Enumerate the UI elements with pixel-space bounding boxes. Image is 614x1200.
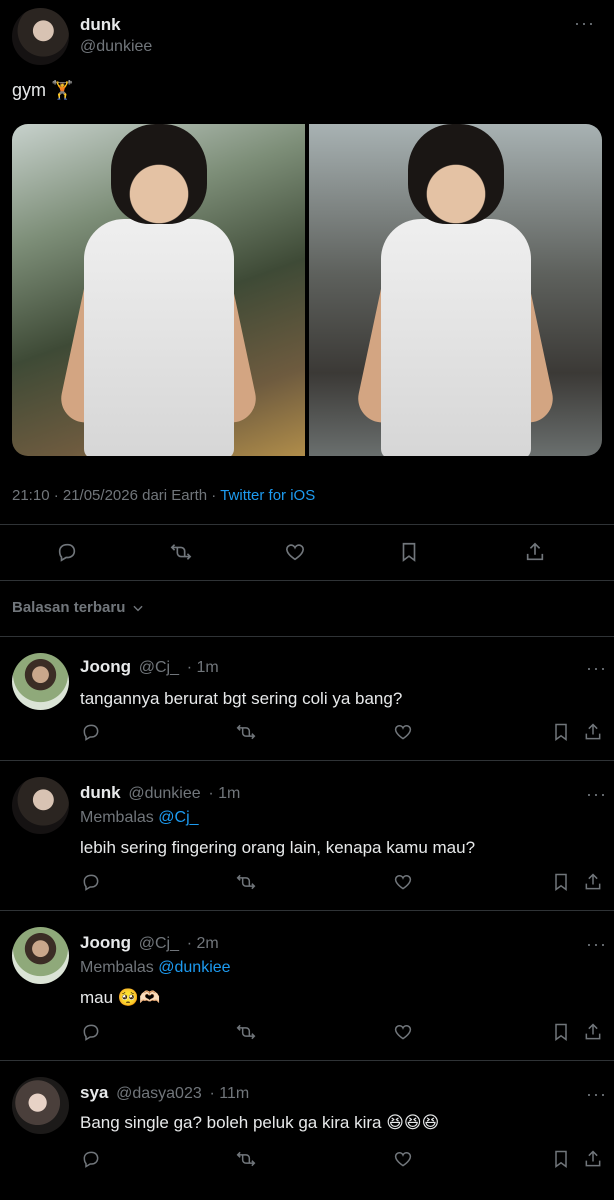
avatar[interactable] xyxy=(12,927,69,984)
reply-header: dunk @dunkiee · 1m xyxy=(80,783,240,803)
retweet-icon[interactable] xyxy=(235,871,257,893)
reply-text: mau 🥺🫶🏻 xyxy=(80,988,161,1007)
more-options-icon[interactable]: ··· xyxy=(586,935,607,953)
reply-icon[interactable] xyxy=(80,1148,102,1170)
retweet-icon[interactable] xyxy=(169,540,193,564)
bookmark-icon[interactable] xyxy=(550,1148,572,1170)
replying-mention[interactable]: @Cj_ xyxy=(158,809,198,826)
more-options-icon[interactable]: ··· xyxy=(586,659,607,677)
reply-text: tangannya berurat bgt sering coli ya ban… xyxy=(80,689,403,708)
reply-author-handle[interactable]: @dasya023 xyxy=(116,1085,202,1102)
reply-time: · 11m xyxy=(209,1085,250,1102)
replying-prefix: Membalas xyxy=(80,959,154,976)
tweet-timestamp[interactable]: 21:10 · 21/05/2026 dari Earth · xyxy=(12,487,220,504)
author-name[interactable]: dunk xyxy=(80,15,121,35)
share-icon[interactable] xyxy=(582,1148,604,1170)
share-icon[interactable] xyxy=(582,871,604,893)
reply-text: lebih sering fingering orang lain, kenap… xyxy=(80,838,476,857)
reply-tweet[interactable]: Joong @Cj_ · 2m ··· Membalas @dunkiee ma… xyxy=(0,911,614,1061)
tweet-meta: 21:10 · 21/05/2026 dari Earth · Twitter … xyxy=(12,487,315,504)
more-options-icon[interactable]: ··· xyxy=(586,1085,607,1103)
reply-header: Joong @Cj_ · 1m xyxy=(80,657,219,677)
photo-figure-tank-top xyxy=(83,219,234,456)
replies-sort-label: Balasan terbaru xyxy=(12,599,126,616)
photo-figure-head xyxy=(110,124,207,224)
reply-tweet[interactable]: Joong @Cj_ · 1m ··· tangannya berurat bg… xyxy=(0,637,614,761)
tweet-source-link[interactable]: Twitter for iOS xyxy=(220,487,315,504)
tweet-media[interactable] xyxy=(12,124,602,456)
reply-author-name[interactable]: sya xyxy=(80,1083,108,1102)
reply-author-handle[interactable]: @dunkiee xyxy=(128,785,200,802)
share-icon[interactable] xyxy=(523,540,547,564)
reply-author-name[interactable]: dunk xyxy=(80,783,121,802)
reply-author-name[interactable]: Joong xyxy=(80,657,131,676)
author-avatar[interactable] xyxy=(12,8,69,65)
bookmark-icon[interactable] xyxy=(397,540,421,564)
retweet-icon[interactable] xyxy=(235,1148,257,1170)
avatar[interactable] xyxy=(12,653,69,710)
retweet-icon[interactable] xyxy=(235,1021,257,1043)
like-icon[interactable] xyxy=(283,540,307,564)
replying-to: Membalas @Cj_ xyxy=(80,809,199,827)
retweet-icon[interactable] xyxy=(235,721,257,743)
share-icon[interactable] xyxy=(582,721,604,743)
like-icon[interactable] xyxy=(392,1148,414,1170)
replying-prefix: Membalas xyxy=(80,809,154,826)
bookmark-icon[interactable] xyxy=(550,721,572,743)
like-icon[interactable] xyxy=(392,1021,414,1043)
divider xyxy=(0,524,614,525)
reply-text: Bang single ga? boleh peluk ga kira kira… xyxy=(80,1113,440,1132)
reply-time: · 2m xyxy=(186,935,219,952)
like-icon[interactable] xyxy=(392,721,414,743)
replies-sort-dropdown[interactable]: Balasan terbaru xyxy=(12,599,145,616)
chevron-down-icon xyxy=(133,605,143,611)
reply-time: · 1m xyxy=(186,659,219,676)
replying-mention[interactable]: @dunkiee xyxy=(158,959,230,976)
reply-tweet[interactable]: sya @dasya023 · 11m ··· Bang single ga? … xyxy=(0,1061,614,1200)
like-icon[interactable] xyxy=(392,871,414,893)
reply-icon[interactable] xyxy=(80,871,102,893)
reply-author-name[interactable]: Joong xyxy=(80,933,131,952)
reply-header: Joong @Cj_ · 2m xyxy=(80,933,219,953)
author-handle[interactable]: @dunkiee xyxy=(80,38,152,56)
more-options-icon[interactable]: ··· xyxy=(574,14,595,32)
avatar[interactable] xyxy=(12,1077,69,1134)
gym-photo-2[interactable] xyxy=(309,124,602,456)
photo-figure-head xyxy=(407,124,504,224)
tweet-actions xyxy=(0,532,614,572)
reply-header: sya @dasya023 · 11m xyxy=(80,1083,249,1103)
reply-author-handle[interactable]: @Cj_ xyxy=(139,659,179,676)
more-options-icon[interactable]: ··· xyxy=(586,785,607,803)
avatar[interactable] xyxy=(12,777,69,834)
bookmark-icon[interactable] xyxy=(550,1021,572,1043)
reply-time: · 1m xyxy=(208,785,241,802)
replying-to: Membalas @dunkiee xyxy=(80,959,231,977)
reply-tweet[interactable]: dunk @dunkiee · 1m ··· Membalas @Cj_ leb… xyxy=(0,761,614,911)
reply-author-handle[interactable]: @Cj_ xyxy=(139,935,179,952)
reply-icon[interactable] xyxy=(80,1021,102,1043)
gym-photo-1[interactable] xyxy=(12,124,305,456)
tweet-text: gym 🏋️ xyxy=(12,80,74,100)
share-icon[interactable] xyxy=(582,1021,604,1043)
photo-figure-tank-top xyxy=(380,219,531,456)
divider xyxy=(0,580,614,581)
bookmark-icon[interactable] xyxy=(550,871,572,893)
reply-icon[interactable] xyxy=(55,540,79,564)
reply-icon[interactable] xyxy=(80,721,102,743)
